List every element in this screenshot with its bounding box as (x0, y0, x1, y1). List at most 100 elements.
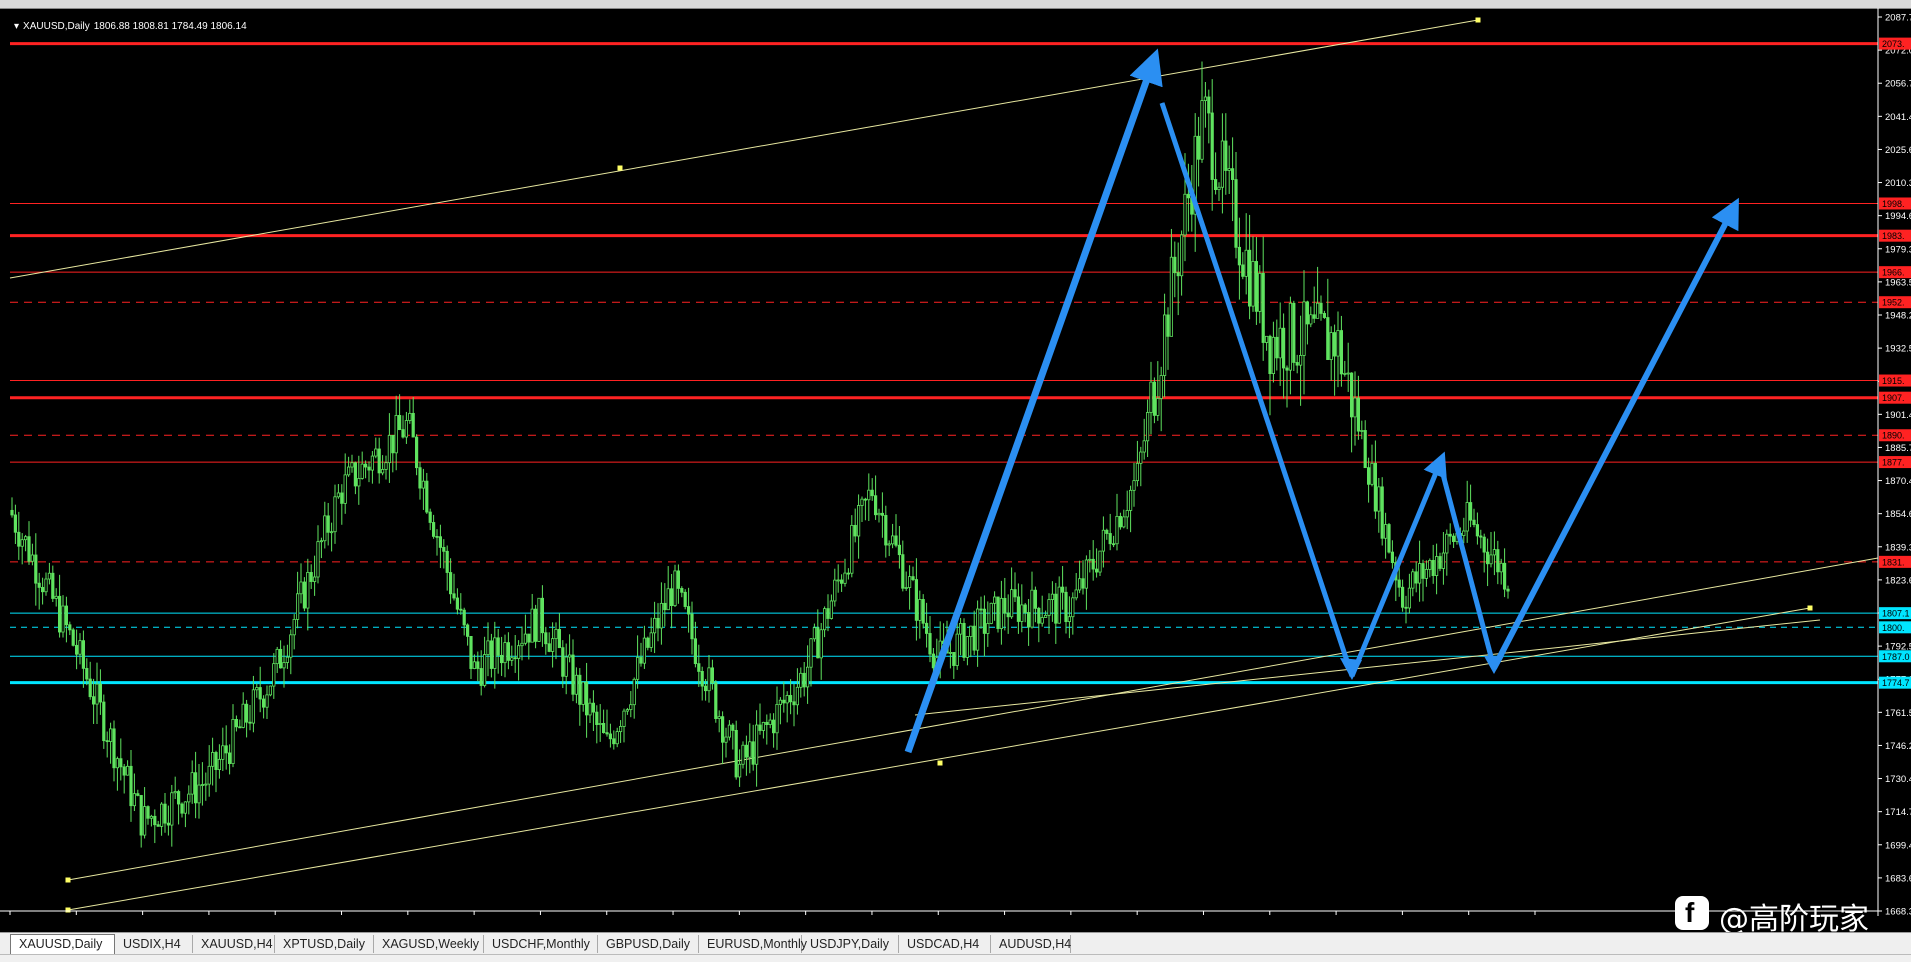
candle-body (421, 480, 426, 489)
tab-xauusd-daily[interactable]: XAUUSD,Daily (10, 934, 115, 954)
tab-audusd-h4[interactable]: AUDUSD,H4 (991, 935, 1071, 953)
candle-body (425, 480, 429, 513)
candle-body (346, 466, 351, 476)
trend-anchor[interactable] (65, 907, 71, 913)
candle-body (523, 633, 528, 644)
candle-body (721, 716, 725, 743)
candle-body (1377, 486, 1381, 512)
tab-xptusd-daily[interactable]: XPTUSD,Daily (275, 935, 374, 953)
candle-body (255, 687, 259, 691)
tab-usdcad-h4[interactable]: USDCAD,H4 (899, 935, 991, 953)
trend-anchor[interactable] (937, 760, 943, 766)
candle-body (1370, 462, 1374, 485)
symbol-timeframe: XAUUSD,Daily (23, 21, 90, 32)
candle-body (904, 587, 908, 589)
candle-body (357, 478, 361, 487)
candle-body (299, 581, 303, 595)
candle-body (952, 652, 956, 666)
candle-body (75, 644, 79, 655)
candle-body (1316, 302, 1320, 319)
candle-body (520, 642, 524, 647)
candle-body (1424, 568, 1428, 579)
tab-xauusd-h4[interactable]: XAUUSD,H4 (193, 935, 275, 953)
candle-body (1125, 510, 1129, 518)
candle-body (479, 668, 483, 686)
candle-body (632, 678, 636, 706)
price-tick-label: 2025.6 (1885, 145, 1911, 156)
level-price-label: 1800. (1882, 623, 1905, 633)
tab-usdchf-monthly[interactable]: USDCHF,Monthly (484, 935, 598, 953)
candle-body (537, 597, 541, 642)
candle-body (380, 469, 385, 474)
candle-body (540, 597, 545, 634)
candle-body (1265, 335, 1269, 343)
candle-body (921, 599, 925, 624)
time-axis: 25 Jan 202116 Feb 202110 Mar 20211 Apr 2… (0, 910, 1878, 915)
candle-body (10, 509, 14, 516)
trend-anchor[interactable] (1475, 17, 1481, 23)
candle-body (1350, 372, 1354, 418)
candle-body (1074, 589, 1078, 599)
tab-gbpusd-daily[interactable]: GBPUSD,Daily (598, 935, 699, 953)
level-price-label: 1998. (1882, 199, 1905, 209)
candle-body (309, 572, 313, 582)
tab-usdix-h4[interactable]: USDIX,H4 (115, 935, 193, 953)
candle-body (1142, 440, 1146, 453)
candle-body (64, 605, 68, 626)
price-chart[interactable]: 2087.72072.02056.72041.42025.62010.31994… (0, 8, 1911, 916)
candle-body (1081, 578, 1085, 589)
tab-xagusd-weekly[interactable]: XAGUSD,Weekly (374, 935, 484, 953)
candle-body (707, 667, 711, 692)
price-tick-label: 1746.2 (1885, 741, 1911, 752)
projection-arrow[interactable] (904, 48, 1163, 754)
candle-body (13, 514, 17, 533)
candle-body (442, 547, 446, 552)
candle-body (295, 593, 300, 620)
candle-body (1479, 535, 1483, 538)
price-tick-label: 1699.4 (1885, 840, 1911, 851)
chart-window[interactable]: 2087.72072.02056.72041.42025.62010.31994… (0, 8, 1911, 937)
candle-body (34, 554, 38, 584)
trend-line[interactable] (67, 557, 1879, 881)
candle-body (914, 579, 919, 621)
candle-body (292, 619, 296, 636)
candle-body (809, 638, 813, 668)
candle-body (285, 656, 290, 663)
candle-body (680, 588, 684, 593)
candle-body (1336, 330, 1340, 357)
trend-anchor[interactable] (65, 877, 71, 883)
level-price-label: 1915. (1882, 376, 1905, 386)
tab-eurusd-monthly[interactable]: EURUSD,Monthly (699, 935, 807, 953)
candle-body (874, 495, 878, 516)
candle-body (534, 608, 538, 642)
trend-anchor[interactable] (617, 165, 623, 171)
price-tick-label: 1870.4 (1885, 476, 1911, 487)
candle-body (275, 648, 279, 665)
candle-body (1309, 314, 1313, 325)
trend-line[interactable] (9, 19, 1479, 279)
candle-body (911, 576, 915, 580)
candle-body (414, 436, 419, 469)
candle-body (115, 758, 119, 769)
candle-body (1465, 502, 1469, 532)
projection-arrow[interactable] (1491, 197, 1739, 670)
trend-anchor[interactable] (1807, 605, 1813, 611)
tab-usdjpy-daily[interactable]: USDJPY,Daily (802, 935, 899, 953)
candle-body (714, 682, 718, 719)
candle-body (642, 637, 647, 664)
candle-body (683, 591, 687, 607)
projection-arrow-thin[interactable] (1161, 102, 1353, 677)
dropdown-triangle-icon[interactable]: ▾ (14, 21, 19, 32)
candle-body (578, 674, 582, 705)
candle-body (1305, 301, 1309, 325)
candle-body (768, 719, 772, 725)
level-price-label: 1907. (1882, 393, 1905, 403)
candle-body (54, 595, 58, 599)
candle-body (585, 681, 589, 716)
candle-body (1180, 234, 1184, 277)
candle-body (1373, 462, 1377, 512)
candle-body (350, 462, 354, 468)
candle-body (891, 535, 895, 545)
candle-body (870, 489, 874, 497)
candle-body (452, 593, 456, 599)
